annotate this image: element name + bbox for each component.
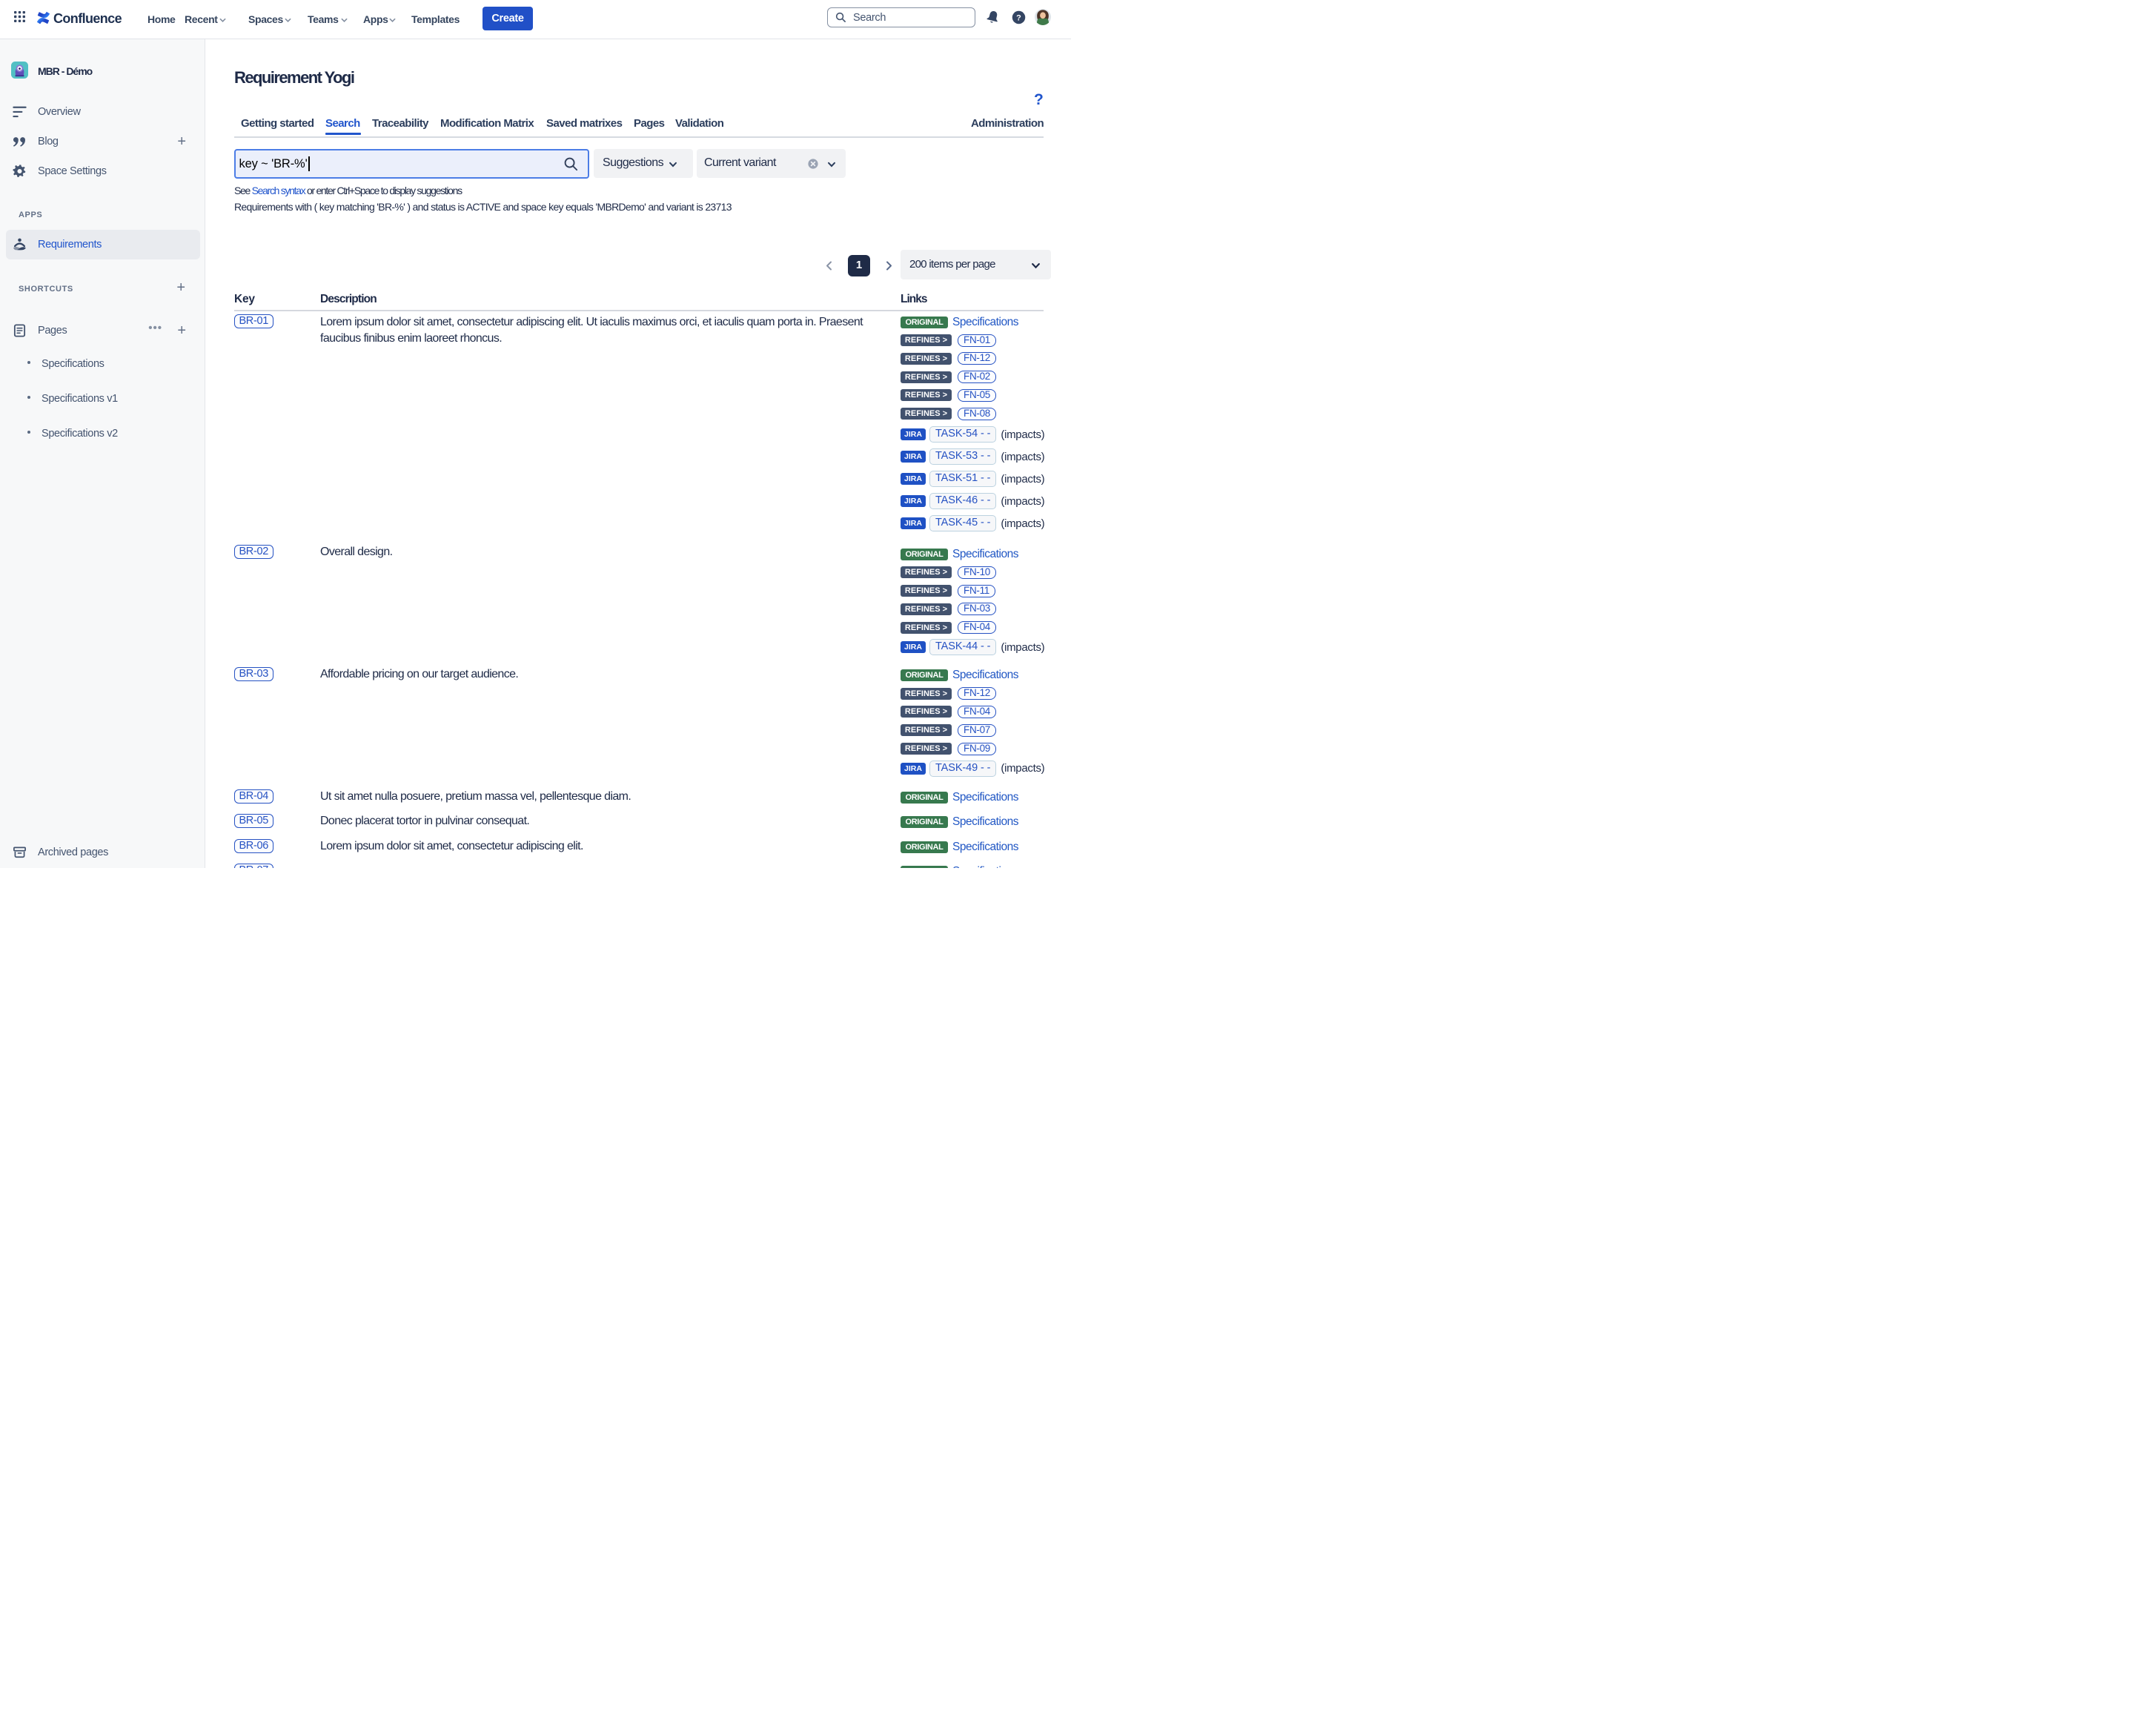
svg-text:?: ? bbox=[1016, 13, 1021, 22]
